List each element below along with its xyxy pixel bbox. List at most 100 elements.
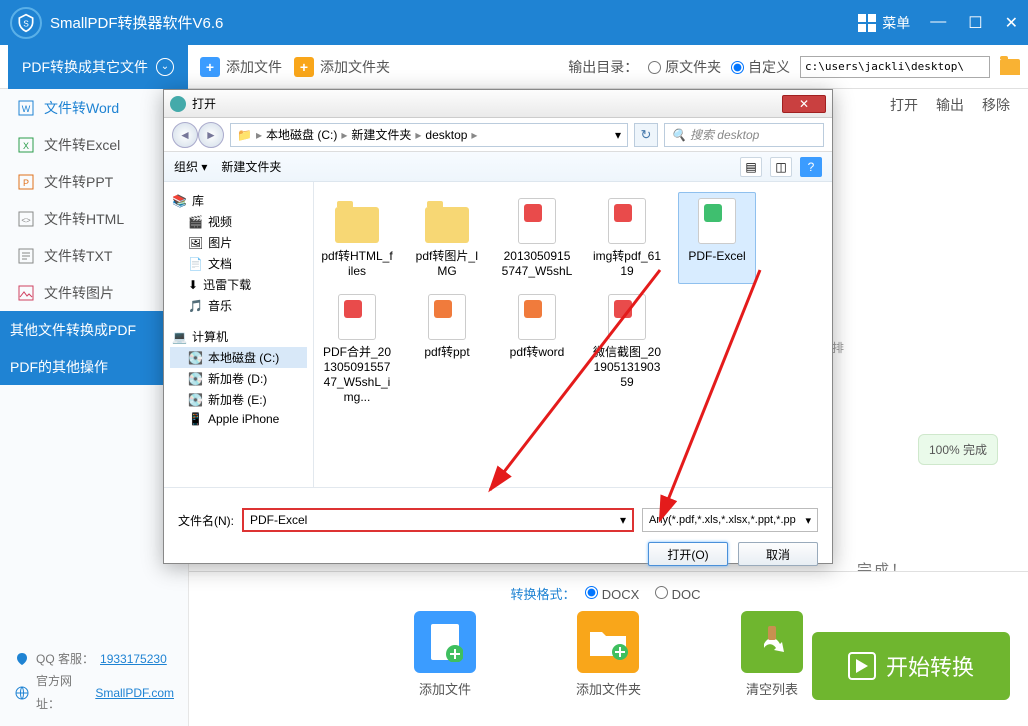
dialog-toolbar: 组织 ▾ 新建文件夹 ▤ ◫ ? xyxy=(164,152,832,182)
dialog-icon xyxy=(170,96,186,112)
file-type-filter[interactable]: Any(*.pdf,*.xls,*.xlsx,*.ppt,*.pp▾ xyxy=(642,508,818,532)
svg-text:P: P xyxy=(23,178,29,188)
menu-label: 菜单 xyxy=(882,13,910,33)
menu-button[interactable]: 菜单 xyxy=(858,13,910,33)
dialog-title: 打开 xyxy=(192,95,216,112)
chevron-down-icon: ⌄ xyxy=(156,58,174,76)
search-input[interactable]: 🔍搜索 desktop xyxy=(664,123,824,147)
minimize-button[interactable]: — xyxy=(930,13,946,33)
dialog-bottom: 文件名(N): PDF-Excel▾ Any(*.pdf,*.xls,*.xls… xyxy=(164,487,832,563)
sidebar-category-other-to-pdf[interactable]: 其他文件转换成PDF xyxy=(0,311,188,348)
tree-pictures[interactable]: 🖼 图片 xyxy=(170,232,307,253)
big-add-folder[interactable]: 添加文件夹 xyxy=(576,611,641,698)
close-button[interactable]: ✕ xyxy=(1005,13,1018,33)
output-dir-label: 输出目录： xyxy=(568,57,638,77)
file-item[interactable]: PDF合并_20130509155747_W5shL_img... xyxy=(318,288,396,410)
file-open-dialog: 打开 ✕ ◄ ► 📁▸ 本地磁盘 (C:)▸ 新建文件夹▸ desktop▸ ▾… xyxy=(163,89,833,564)
file-item[interactable]: pdf转图片_IMG xyxy=(408,192,486,284)
big-clear-list[interactable]: 清空列表 xyxy=(741,611,803,698)
dialog-open-button[interactable]: 打开(O) xyxy=(648,542,728,566)
dialog-titlebar: 打开 ✕ xyxy=(164,90,832,118)
action-output[interactable]: 输出 xyxy=(936,95,964,115)
sidebar-footer: QQ 客服：1933175230 官方网址：SmallPDF.com xyxy=(0,638,188,726)
svg-text:<>: <> xyxy=(21,216,31,225)
tree-iphone[interactable]: 📱 Apple iPhone xyxy=(170,410,307,428)
tree-drive-e[interactable]: 💽 新加卷 (E:) xyxy=(170,389,307,410)
folder-tree: 📚 库 🎬 视频 🖼 图片 📄 文档 ⬇ 迅雷下载 🎵 音乐 💻 计算机 💽 本… xyxy=(164,182,314,487)
file-item[interactable]: 20130509155747_W5shL xyxy=(498,192,576,284)
toolbar: PDF转换成其它文件 ⌄ + 添加文件 + 添加文件夹 输出目录： 原文件夹 自… xyxy=(0,45,1028,89)
menu-icon xyxy=(858,14,876,32)
radio-source-folder[interactable]: 原文件夹 xyxy=(648,57,721,77)
sidebar-item-txt[interactable]: 文件转TXT xyxy=(0,237,188,274)
sidebar-item-image[interactable]: 文件转图片 xyxy=(0,274,188,311)
start-convert-button[interactable]: 开始转换 xyxy=(812,632,1010,700)
tree-libraries[interactable]: 📚 库 xyxy=(170,190,307,211)
big-add-file[interactable]: 添加文件 xyxy=(414,611,476,698)
play-icon xyxy=(848,652,876,680)
browse-folder-icon[interactable] xyxy=(1000,59,1020,75)
dialog-nav: ◄ ► 📁▸ 本地磁盘 (C:)▸ 新建文件夹▸ desktop▸ ▾ ↻ 🔍搜… xyxy=(164,118,832,152)
app-title: SmallPDF转换器软件V6.6 xyxy=(50,12,858,33)
file-item[interactable]: 微信截图_20190513190359 xyxy=(588,288,666,410)
output-path-input[interactable] xyxy=(800,56,990,78)
new-folder-button[interactable]: 新建文件夹 xyxy=(221,158,281,175)
tree-computer[interactable]: 💻 计算机 xyxy=(170,326,307,347)
tree-drive-d[interactable]: 💽 新加卷 (D:) xyxy=(170,368,307,389)
file-item[interactable]: img转pdf_6119 xyxy=(588,192,666,284)
help-button[interactable]: ? xyxy=(800,157,822,177)
title-bar: S SmallPDF转换器软件V6.6 菜单 — ☐ ✕ xyxy=(0,0,1028,45)
action-remove[interactable]: 移除 xyxy=(982,95,1010,115)
file-item[interactable]: pdf转HTML_files xyxy=(318,192,396,284)
file-item[interactable]: PDF-Excel xyxy=(678,192,756,284)
tree-documents[interactable]: 📄 文档 xyxy=(170,253,307,274)
file-item[interactable]: pdf转ppt xyxy=(408,288,486,410)
app-logo: S xyxy=(10,7,42,39)
file-list: pdf转HTML_filespdf转图片_IMG20130509155747_W… xyxy=(314,182,832,487)
add-folder-label: 添加文件夹 xyxy=(320,57,390,77)
preview-pane-button[interactable]: ◫ xyxy=(770,157,792,177)
nav-back-button[interactable]: ◄ xyxy=(172,122,198,148)
tree-videos[interactable]: 🎬 视频 xyxy=(170,211,307,232)
sidebar-category-pdf-other[interactable]: PDF的其他操作 xyxy=(0,348,188,385)
organize-menu[interactable]: 组织 ▾ xyxy=(174,158,207,175)
tree-music[interactable]: 🎵 音乐 xyxy=(170,295,307,316)
view-mode-button[interactable]: ▤ xyxy=(740,157,762,177)
svg-text:S: S xyxy=(23,18,29,28)
tree-drive-c[interactable]: 💽 本地磁盘 (C:) xyxy=(170,347,307,368)
sidebar-item-html[interactable]: <>文件转HTML xyxy=(0,200,188,237)
mode-tab-label: PDF转换成其它文件 xyxy=(22,57,148,77)
format-label: 转换格式： xyxy=(511,587,576,602)
action-open[interactable]: 打开 xyxy=(890,95,918,115)
sidebar-item-ppt[interactable]: P文件转PPT xyxy=(0,163,188,200)
svg-text:X: X xyxy=(23,141,29,151)
progress-indicator: 数码排 100% 完成 xyxy=(838,389,958,509)
refresh-button[interactable]: ↻ xyxy=(634,123,658,147)
nav-forward-button[interactable]: ► xyxy=(198,122,224,148)
progress-bubble: 100% 完成 xyxy=(918,434,998,465)
radio-custom-folder[interactable]: 自定义 xyxy=(731,57,790,77)
svg-text:W: W xyxy=(22,104,31,114)
radio-doc[interactable]: DOC xyxy=(655,587,701,602)
qq-link[interactable]: 1933175230 xyxy=(100,648,167,671)
radio-docx[interactable]: DOCX xyxy=(585,587,639,602)
dialog-cancel-button[interactable]: 取消 xyxy=(738,542,818,566)
file-item[interactable]: pdf转word xyxy=(498,288,576,410)
folder-plus-icon: + xyxy=(294,57,314,77)
plus-icon: + xyxy=(200,57,220,77)
filename-input[interactable]: PDF-Excel▾ xyxy=(242,508,634,532)
bottom-panel: 转换格式： DOCX DOC 添加文件 添加文件夹 清空列表 开始转换 xyxy=(189,571,1028,726)
sidebar-item-excel[interactable]: X文件转Excel xyxy=(0,126,188,163)
mode-tab[interactable]: PDF转换成其它文件 ⌄ xyxy=(8,45,188,89)
add-file-button[interactable]: + 添加文件 xyxy=(200,57,282,77)
breadcrumb[interactable]: 📁▸ 本地磁盘 (C:)▸ 新建文件夹▸ desktop▸ ▾ xyxy=(230,123,628,147)
filename-label: 文件名(N): xyxy=(178,512,234,529)
add-file-label: 添加文件 xyxy=(226,57,282,77)
tree-xunlei[interactable]: ⬇ 迅雷下载 xyxy=(170,274,307,295)
add-folder-button[interactable]: + 添加文件夹 xyxy=(294,57,390,77)
sidebar: W文件转Word X文件转Excel P文件转PPT <>文件转HTML 文件转… xyxy=(0,89,189,726)
maximize-button[interactable]: ☐ xyxy=(968,13,982,33)
sidebar-item-word[interactable]: W文件转Word xyxy=(0,89,188,126)
dialog-close-button[interactable]: ✕ xyxy=(782,95,826,113)
site-link[interactable]: SmallPDF.com xyxy=(95,682,174,705)
